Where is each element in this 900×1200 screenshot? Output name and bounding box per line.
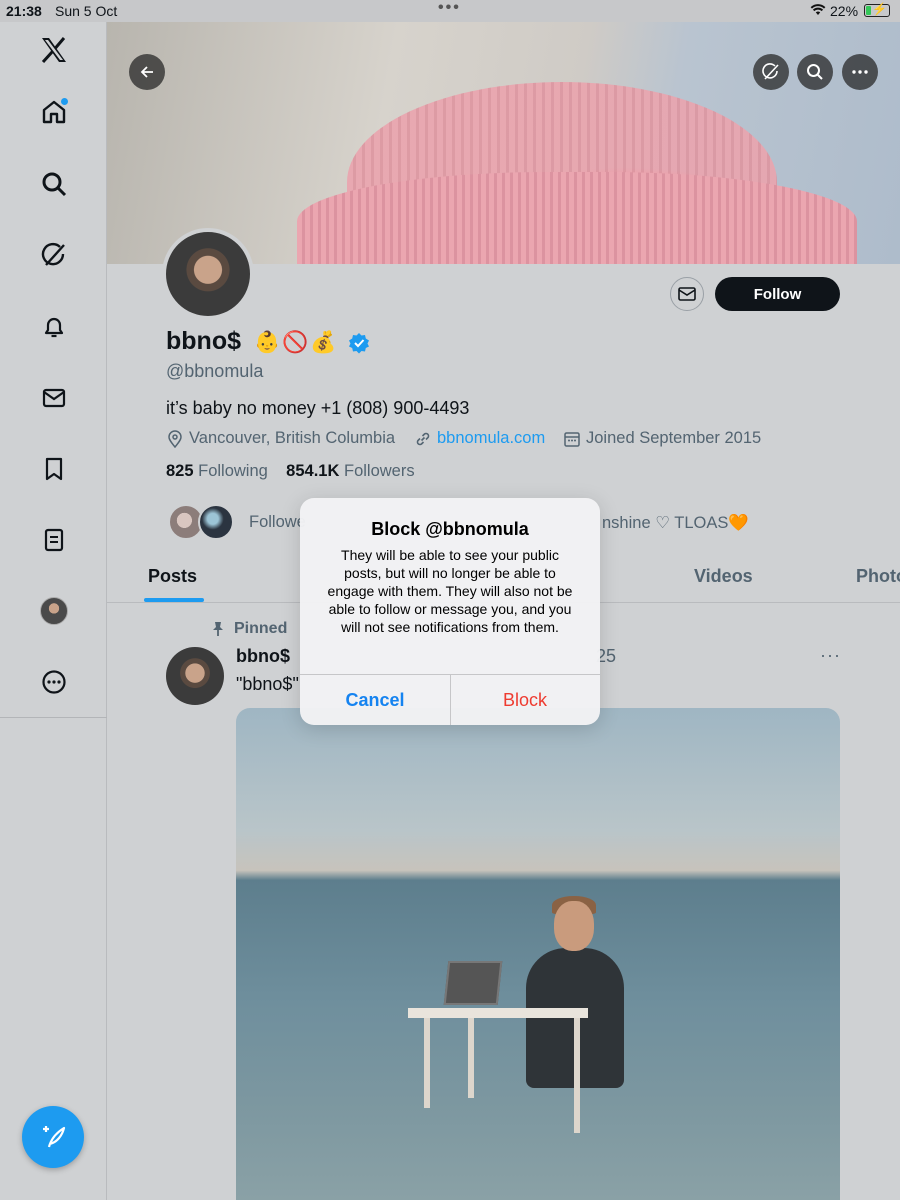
dialog-title: Block @bbnomula	[371, 519, 529, 539]
cancel-button[interactable]: Cancel	[300, 675, 450, 725]
block-dialog: Block @bbnomula They will be able to see…	[300, 498, 600, 725]
dialog-message: They will be able to see your public pos…	[327, 547, 573, 635]
block-button[interactable]: Block	[450, 675, 600, 725]
